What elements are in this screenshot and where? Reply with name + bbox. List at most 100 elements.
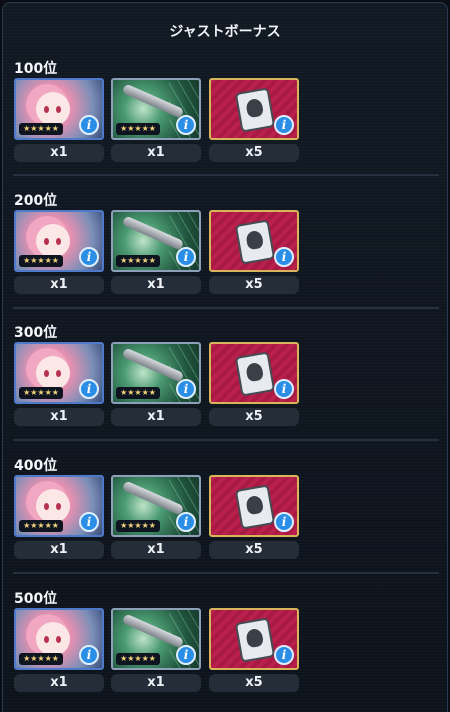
rarity-stars: ★★★★★ (19, 255, 63, 267)
equipment-thumbnail[interactable]: ★★★★★ i (111, 210, 201, 272)
eye-mark (56, 238, 61, 245)
rarity-stars: ★★★★★ (116, 387, 160, 399)
reward-character[interactable]: ★★★★★ i x1 (14, 78, 104, 162)
reward-equipment[interactable]: ★★★★★ i x1 (111, 342, 201, 426)
just-bonus-panel: ジャストボーナス 100位 ★★★★★ i x1 ★★★★★ i x1 i x5… (2, 2, 448, 712)
ticket-thumbnail[interactable]: i (209, 78, 299, 140)
info-icon[interactable]: i (176, 115, 196, 135)
rarity-stars: ★★★★★ (19, 520, 63, 532)
eye-mark (44, 238, 49, 245)
rank-tier-300: 300位 ★★★★★ i x1 ★★★★★ i x1 i x5 (14, 322, 299, 426)
reward-quantity: x1 (14, 276, 104, 294)
reward-quantity: x5 (209, 408, 299, 426)
equipment-thumbnail[interactable]: ★★★★★ i (111, 608, 201, 670)
reward-quantity: x1 (14, 541, 104, 559)
rank-label: 400位 (14, 458, 58, 474)
equipment-thumbnail[interactable]: ★★★★★ i (111, 342, 201, 404)
reward-equipment[interactable]: ★★★★★ i x1 (111, 210, 201, 294)
eye-mark (44, 503, 49, 510)
rank-label: 200位 (14, 193, 58, 209)
reward-ticket[interactable]: i x5 (209, 78, 299, 162)
tier-divider (13, 174, 439, 176)
equipment-thumbnail[interactable]: ★★★★★ i (111, 78, 201, 140)
rank-tier-200: 200位 ★★★★★ i x1 ★★★★★ i x1 i x5 (14, 190, 299, 294)
character-thumbnail[interactable]: ★★★★★ i (14, 608, 104, 670)
character-portrait (36, 92, 70, 126)
reward-equipment[interactable]: ★★★★★ i x1 (111, 475, 201, 559)
character-thumbnail[interactable]: ★★★★★ i (14, 342, 104, 404)
ticket-thumbnail[interactable]: i (209, 210, 299, 272)
reward-ticket[interactable]: i x5 (209, 475, 299, 559)
rarity-stars: ★★★★★ (116, 255, 160, 267)
ticket-icon (234, 351, 276, 397)
character-thumbnail[interactable]: ★★★★★ i (14, 210, 104, 272)
tier-divider (13, 572, 439, 574)
reward-equipment[interactable]: ★★★★★ i x1 (111, 608, 201, 692)
reward-ticket[interactable]: i x5 (209, 342, 299, 426)
reward-quantity: x1 (111, 144, 201, 162)
eye-mark (44, 636, 49, 643)
rank-tier-100: 100位 ★★★★★ i x1 ★★★★★ i x1 i x5 (14, 58, 299, 162)
character-portrait (36, 489, 70, 523)
info-icon[interactable]: i (79, 379, 99, 399)
ticket-icon (234, 87, 276, 133)
info-icon[interactable]: i (274, 379, 294, 399)
rarity-stars: ★★★★★ (19, 653, 63, 665)
character-thumbnail[interactable]: ★★★★★ i (14, 475, 104, 537)
character-portrait (36, 622, 70, 656)
eye-mark (56, 503, 61, 510)
ticket-icon (234, 484, 276, 530)
reward-character[interactable]: ★★★★★ i x1 (14, 475, 104, 559)
character-portrait (36, 224, 70, 258)
reward-equipment[interactable]: ★★★★★ i x1 (111, 78, 201, 162)
info-icon[interactable]: i (79, 247, 99, 267)
info-icon[interactable]: i (176, 512, 196, 532)
info-icon[interactable]: i (79, 645, 99, 665)
panel-title: ジャストボーナス (169, 24, 281, 40)
rank-tier-500: 500位 ★★★★★ i x1 ★★★★★ i x1 i x5 (14, 588, 299, 692)
info-icon[interactable]: i (274, 115, 294, 135)
eye-mark (56, 106, 61, 113)
reward-quantity: x5 (209, 541, 299, 559)
reward-quantity: x1 (14, 674, 104, 692)
eye-mark (56, 370, 61, 377)
ticket-thumbnail[interactable]: i (209, 342, 299, 404)
reward-quantity: x1 (111, 408, 201, 426)
reward-ticket[interactable]: i x5 (209, 608, 299, 692)
reward-character[interactable]: ★★★★★ i x1 (14, 342, 104, 426)
reward-quantity: x1 (111, 276, 201, 294)
info-icon[interactable]: i (79, 115, 99, 135)
eye-mark (56, 636, 61, 643)
reward-quantity: x1 (14, 144, 104, 162)
ticket-thumbnail[interactable]: i (209, 475, 299, 537)
info-icon[interactable]: i (274, 247, 294, 267)
character-portrait (36, 356, 70, 390)
eye-mark (44, 370, 49, 377)
rarity-stars: ★★★★★ (116, 520, 160, 532)
info-icon[interactable]: i (176, 379, 196, 399)
tier-divider (13, 307, 439, 309)
rank-label: 500位 (14, 591, 58, 607)
rank-label: 100位 (14, 61, 58, 77)
rarity-stars: ★★★★★ (19, 387, 63, 399)
reward-character[interactable]: ★★★★★ i x1 (14, 608, 104, 692)
rarity-stars: ★★★★★ (116, 653, 160, 665)
reward-character[interactable]: ★★★★★ i x1 (14, 210, 104, 294)
character-thumbnail[interactable]: ★★★★★ i (14, 78, 104, 140)
ticket-icon (234, 617, 276, 663)
tier-divider (13, 439, 439, 441)
reward-quantity: x5 (209, 144, 299, 162)
eye-mark (44, 106, 49, 113)
ticket-thumbnail[interactable]: i (209, 608, 299, 670)
info-icon[interactable]: i (176, 247, 196, 267)
equipment-thumbnail[interactable]: ★★★★★ i (111, 475, 201, 537)
info-icon[interactable]: i (274, 512, 294, 532)
rank-label: 300位 (14, 325, 58, 341)
info-icon[interactable]: i (274, 645, 294, 665)
reward-quantity: x5 (209, 276, 299, 294)
reward-ticket[interactable]: i x5 (209, 210, 299, 294)
info-icon[interactable]: i (79, 512, 99, 532)
reward-quantity: x5 (209, 674, 299, 692)
ticket-icon (234, 219, 276, 265)
info-icon[interactable]: i (176, 645, 196, 665)
